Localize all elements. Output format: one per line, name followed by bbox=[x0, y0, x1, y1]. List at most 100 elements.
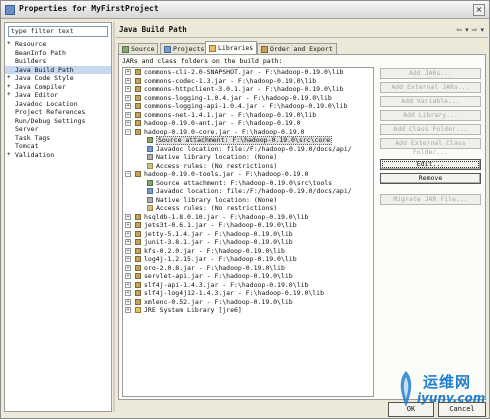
tree-attribute-row[interactable]: Javadoc location: file:/F:/hadoop-0.19.0… bbox=[123, 145, 373, 154]
javadoc-icon bbox=[147, 145, 153, 152]
tree-attribute-row[interactable]: Source attachment: F:\hadoop-0.19.0\src\… bbox=[123, 179, 373, 188]
nav-item-project-references[interactable]: Project References bbox=[5, 108, 111, 117]
expand-toggle-icon[interactable]: + bbox=[7, 83, 14, 92]
expand-icon[interactable]: + bbox=[125, 103, 131, 109]
tree-attribute-row[interactable]: Access rules: (No restrictions) bbox=[123, 204, 373, 213]
tab-label: Libraries bbox=[218, 44, 254, 52]
tree-row[interactable]: + hsqldb-1.8.0.10.jar - F:\hadoop-0.19.0\… bbox=[123, 213, 373, 222]
expand-icon[interactable]: + bbox=[125, 213, 131, 220]
nav-item-run-debug-settings[interactable]: Run/Debug Settings bbox=[5, 117, 111, 126]
back-arrow-icon[interactable]: ⇦ bbox=[456, 26, 462, 34]
migrate-jar-file-button[interactable]: Migrate JAR File... bbox=[380, 194, 481, 205]
panel-splitter[interactable] bbox=[113, 22, 115, 412]
tree-attribute-row[interactable]: Source attachment: F:\hadoop-0.19.0\src\… bbox=[123, 136, 373, 145]
tree-row[interactable]: + xmlenc-0.52.jar - F:\hadoop-0.19.0\lib bbox=[123, 298, 373, 307]
tree-row[interactable]: + jetty-5.1.4.jar - F:\hadoop-0.19.0\lib bbox=[123, 230, 373, 239]
tree-row[interactable]: + commons-codec-1.3.jar - F:\hadoop-0.19.… bbox=[123, 77, 373, 86]
tree-row[interactable]: + commons-httpclient-3.0.1.jar - F:\hadoo… bbox=[123, 85, 373, 94]
tree-row[interactable]: + oro-2.0.8.jar - F:\hadoop-0.19.0\lib bbox=[123, 264, 373, 273]
nav-item-label: Task Tags bbox=[15, 133, 51, 142]
jar-icon bbox=[135, 247, 141, 254]
window-title: Properties for MyFirstProject bbox=[19, 4, 159, 13]
nav-item-javadoc-location[interactable]: Javadoc Location bbox=[5, 100, 111, 109]
expand-icon[interactable]: + bbox=[125, 69, 131, 75]
tree-row[interactable]: + servlet-api.jar - F:\hadoop-0.19.0\lib bbox=[123, 272, 373, 281]
tab-projects[interactable]: Projects bbox=[160, 43, 209, 54]
expand-icon[interactable]: + bbox=[125, 230, 131, 237]
add-jars-button[interactable]: Add JARs... bbox=[380, 68, 481, 79]
expand-icon[interactable]: + bbox=[125, 94, 131, 101]
tree-row[interactable]: + slf4j-api-1.4.3.jar - F:\hadoop-0.19.0\… bbox=[123, 281, 373, 290]
expand-icon[interactable]: + bbox=[125, 111, 131, 118]
jar-icon bbox=[135, 77, 141, 84]
nav-item-builders[interactable]: Builders bbox=[5, 57, 111, 66]
expand-toggle-icon[interactable]: + bbox=[7, 91, 14, 100]
nav-item-java-build-path[interactable]: Java Build Path bbox=[5, 65, 111, 74]
close-button[interactable]: × bbox=[473, 4, 485, 16]
expand-toggle-icon[interactable]: + bbox=[7, 40, 14, 49]
collapse-icon[interactable]: − bbox=[125, 128, 131, 135]
expand-icon[interactable]: + bbox=[125, 307, 131, 313]
expand-toggle-icon[interactable]: + bbox=[7, 74, 14, 83]
forward-arrow-icon[interactable]: ⇨ bbox=[472, 26, 478, 34]
nav-item-tomcat[interactable]: Tomcat bbox=[5, 142, 111, 151]
remove-button[interactable]: Remove bbox=[380, 173, 481, 184]
add-variable-button[interactable]: Add Variable... bbox=[380, 96, 481, 107]
tree-row[interactable]: + kfs-0.2.0.jar - F:\hadoop-0.19.0\lib bbox=[123, 247, 373, 256]
expand-toggle-icon[interactable]: + bbox=[7, 151, 14, 160]
nav-item-task-tags[interactable]: Task Tags bbox=[5, 134, 111, 143]
nav-item-java-editor[interactable]: + Java Editor bbox=[5, 91, 111, 100]
expand-icon[interactable]: + bbox=[125, 290, 131, 296]
expand-icon[interactable]: + bbox=[125, 247, 131, 254]
tree-row[interactable]: + junit-3.8.1.jar - F:\hadoop-0.19.0\lib bbox=[123, 238, 373, 247]
tree-row[interactable]: + commons-logging-1.0.4.jar - F:\hadoop-0… bbox=[123, 94, 373, 103]
tree-row[interactable]: + log4j-1.2.15.jar - F:\hadoop-0.19.0\lib bbox=[123, 255, 373, 264]
expand-icon[interactable]: + bbox=[125, 120, 131, 126]
tab-order-and-export[interactable]: Order and Export bbox=[257, 43, 337, 54]
filter-input[interactable]: type filter text bbox=[8, 26, 108, 37]
expand-icon[interactable]: + bbox=[125, 281, 131, 288]
add-external-jars-button[interactable]: Add External JARs... bbox=[380, 82, 481, 93]
nav-item-label: Server bbox=[15, 125, 39, 133]
expand-icon[interactable]: + bbox=[125, 273, 131, 279]
expand-icon[interactable]: + bbox=[125, 256, 131, 262]
expand-icon[interactable]: + bbox=[125, 239, 131, 245]
tab-libraries[interactable]: Libraries bbox=[205, 41, 258, 54]
nav-item-java-code-style[interactable]: + Java Code Style bbox=[5, 74, 111, 83]
jar-icon bbox=[135, 239, 141, 245]
back-menu-icon[interactable]: ▾ bbox=[465, 26, 469, 34]
nav-item-beaninfo-path[interactable]: BeanInfo Path bbox=[5, 49, 111, 58]
tree-row[interactable]: − hadoop-0.19.0-tools.jar - F:\hadoop-0.1… bbox=[123, 170, 373, 179]
tree-attribute-row[interactable]: Access rules: (No restrictions) bbox=[123, 162, 373, 171]
tree-row[interactable]: + hadoop-0.19.0-ant.jar - F:\hadoop-0.19.… bbox=[123, 119, 373, 128]
tree-row-label: JRE System Library [jre6] bbox=[144, 306, 242, 314]
add-library-button[interactable]: Add Library... bbox=[380, 110, 481, 121]
forward-menu-icon[interactable]: ▾ bbox=[480, 26, 484, 34]
libraries-tree[interactable]: + commons-cli-2.0-SNAPSHOT.jar - F:\hadoo… bbox=[122, 67, 374, 397]
tree-row[interactable]: + commons-logging-api-1.0.4.jar - F:\hado… bbox=[123, 102, 373, 111]
tree-row[interactable]: + JRE System Library [jre6] bbox=[123, 306, 373, 315]
tab-source[interactable]: Source bbox=[118, 43, 159, 54]
collapse-icon[interactable]: − bbox=[125, 171, 131, 177]
edit-button[interactable]: Edit... bbox=[380, 159, 481, 170]
tree-row[interactable]: + jets3t-0.6.1.jar - F:\hadoop-0.19.0\lib bbox=[123, 221, 373, 230]
expand-icon[interactable]: + bbox=[125, 222, 131, 228]
tree-row[interactable]: + slf4j-log4j12-1.4.3.jar - F:\hadoop-0.1… bbox=[123, 289, 373, 298]
add-external-class-folder-button[interactable]: Add External Class Folder... bbox=[380, 138, 481, 156]
expand-icon[interactable]: + bbox=[125, 77, 131, 84]
tree-attribute-row[interactable]: Native library location: (None) bbox=[123, 153, 373, 162]
add-class-folder-button[interactable]: Add Class Folder... bbox=[380, 124, 481, 135]
tree-row[interactable]: − hadoop-0.19.0-core.jar - F:\hadoop-0.19… bbox=[123, 128, 373, 137]
nav-item-resource[interactable]: + Resource bbox=[5, 40, 111, 49]
tree-attribute-row[interactable]: Javadoc location: file:/F:/hadoop-0.19.0… bbox=[123, 187, 373, 196]
expand-icon[interactable]: + bbox=[125, 264, 131, 271]
title-bar: Properties for MyFirstProject × bbox=[1, 1, 489, 19]
tree-attribute-row[interactable]: Native library location: (None) bbox=[123, 196, 373, 205]
expand-icon[interactable]: + bbox=[125, 298, 131, 305]
nav-item-server[interactable]: Server bbox=[5, 125, 111, 134]
nav-item-java-compiler[interactable]: + Java Compiler bbox=[5, 83, 111, 92]
tree-row[interactable]: + commons-net-1.4.1.jar - F:\hadoop-0.19.… bbox=[123, 111, 373, 120]
tree-row[interactable]: + commons-cli-2.0-SNAPSHOT.jar - F:\hadoo… bbox=[123, 68, 373, 77]
expand-icon[interactable]: + bbox=[125, 86, 131, 92]
nav-item-validation[interactable]: + Validation bbox=[5, 151, 111, 160]
